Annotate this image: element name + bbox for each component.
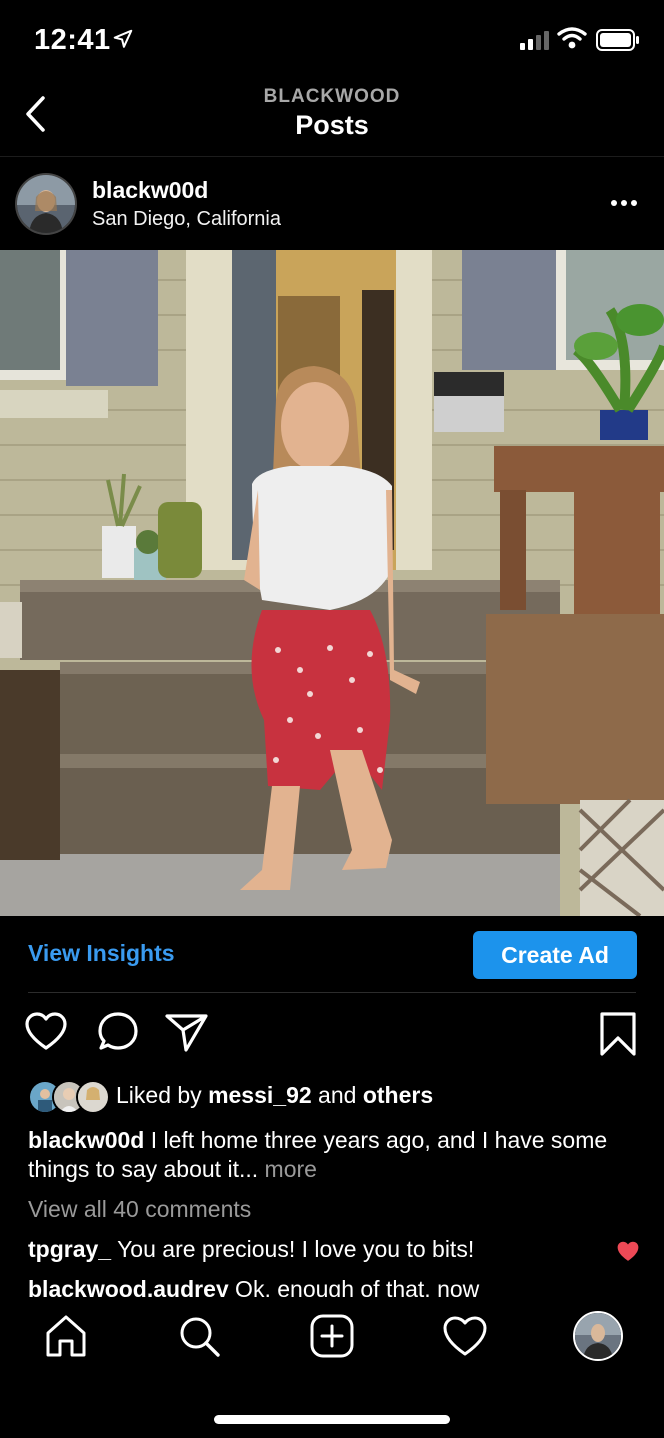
battery-icon — [596, 29, 639, 51]
likes-others[interactable]: others — [363, 1082, 433, 1108]
new-post-icon[interactable] — [309, 1313, 355, 1359]
home-icon[interactable] — [43, 1313, 89, 1359]
liker-username[interactable]: messi_92 — [208, 1082, 312, 1108]
bottom-tab-bar — [0, 1297, 664, 1438]
comment-icon[interactable] — [96, 1010, 140, 1054]
nav-header: BLACKWOOD Posts — [0, 80, 664, 156]
activity-icon[interactable] — [442, 1313, 488, 1359]
caption-more-link[interactable]: more — [258, 1156, 317, 1182]
caption-username[interactable]: blackw00d — [28, 1127, 144, 1153]
page-title: Posts — [295, 110, 369, 140]
heart-icon[interactable] — [24, 1010, 68, 1054]
post-location[interactable]: San Diego, California — [92, 208, 281, 231]
divider — [28, 992, 636, 993]
comment-text: You are precious! I love you to bits! — [111, 1236, 475, 1262]
likes-joiner: and — [318, 1082, 357, 1108]
location-arrow-icon — [113, 29, 133, 48]
share-icon[interactable] — [164, 1010, 210, 1054]
profile-icon[interactable] — [573, 1311, 623, 1361]
view-all-comments-link[interactable]: View all 40 comments — [28, 1196, 251, 1223]
comment-username[interactable]: tpgray_ — [28, 1236, 111, 1262]
view-insights-link[interactable]: View Insights — [28, 940, 175, 967]
signal-icon — [520, 31, 549, 50]
insights-bar: View Insights Create Ad — [0, 916, 664, 994]
home-indicator — [214, 1415, 450, 1424]
post-username[interactable]: blackw00d — [92, 177, 208, 204]
post-caption: blackw00d I left home three years ago, a… — [28, 1126, 638, 1184]
comment-like-heart-icon[interactable] — [616, 1240, 640, 1262]
comment-row: tpgray_ You are precious! I love you to … — [28, 1236, 474, 1263]
wifi-icon — [557, 27, 587, 49]
post-header: blackw00d San Diego, California — [0, 156, 664, 251]
avatar[interactable] — [17, 175, 75, 233]
post-photo[interactable] — [0, 250, 664, 916]
likes-prefix: Liked by — [116, 1082, 202, 1108]
status-time: 12:41 — [34, 24, 111, 56]
more-icon[interactable] — [606, 193, 642, 213]
liker-avatar — [76, 1080, 110, 1114]
create-ad-button[interactable]: Create Ad — [473, 931, 637, 979]
likes-text: Liked by messi_92 and others — [116, 1082, 433, 1109]
post-actions — [0, 1010, 664, 1062]
status-bar: 12:41 — [0, 0, 664, 80]
search-icon[interactable] — [176, 1313, 222, 1359]
header-account-name: BLACKWOOD — [263, 86, 401, 107]
bookmark-icon[interactable] — [598, 1010, 638, 1058]
likes-row[interactable]: Liked by messi_92 and others — [28, 1078, 648, 1114]
